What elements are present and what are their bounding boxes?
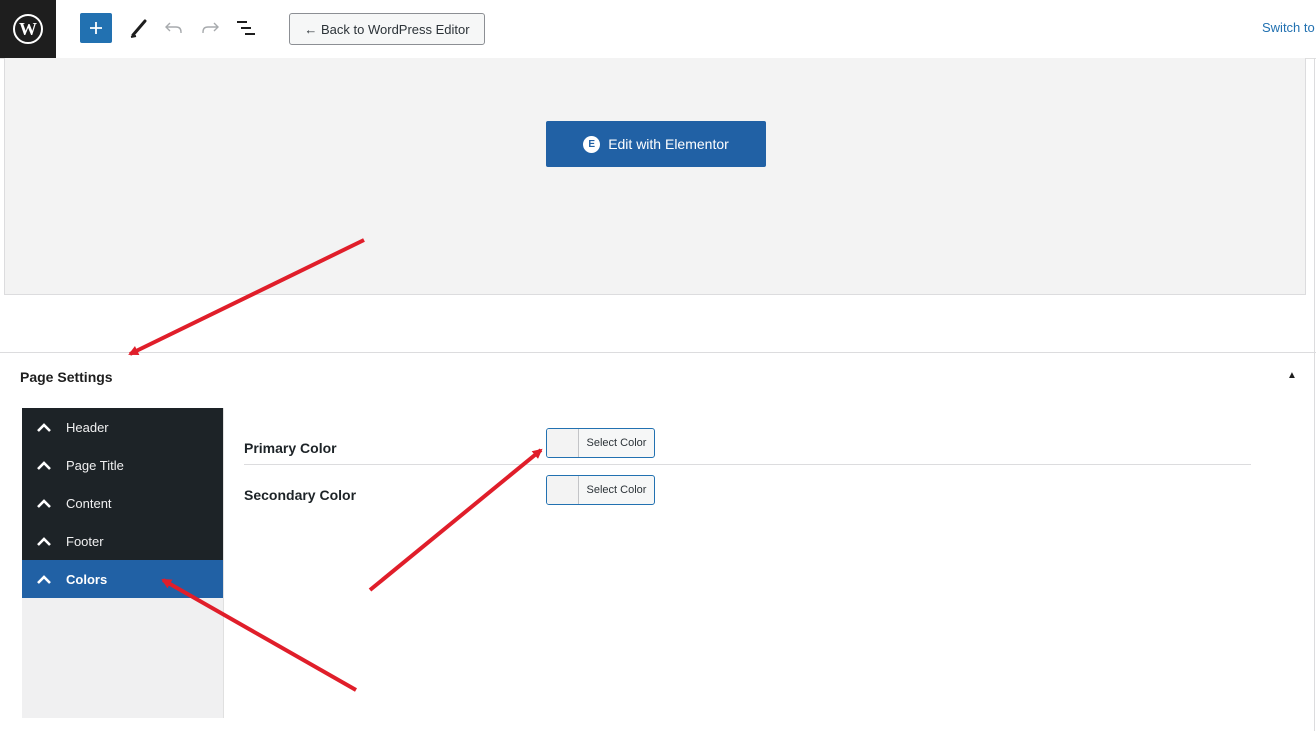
tab-label: Header [66, 419, 109, 435]
list-view-icon [237, 21, 255, 35]
tab-content[interactable]: Content [22, 484, 223, 522]
chevron-up-icon [36, 497, 54, 509]
pencil-icon [130, 19, 147, 38]
tab-colors[interactable]: Colors [22, 560, 223, 598]
elementor-icon: E [583, 135, 601, 153]
tools-button[interactable] [127, 16, 151, 40]
undo-icon [165, 22, 182, 33]
tab-footer[interactable]: Footer [22, 522, 223, 560]
chevron-up-icon [36, 421, 54, 433]
wordpress-icon: W [13, 14, 43, 44]
tab-label: Content [66, 495, 112, 511]
chevron-up-icon [36, 459, 54, 471]
page-settings-panel: Page Settings ▲ Header Page Title Conten… [0, 352, 1316, 732]
chevron-up-icon [36, 573, 54, 585]
add-block-button[interactable] [80, 13, 112, 43]
collapse-toggle-icon[interactable]: ▲ [1287, 370, 1297, 381]
plus-icon [90, 22, 102, 34]
switch-link[interactable]: Switch to [1262, 20, 1315, 35]
document-overview-button[interactable] [234, 16, 258, 40]
color-swatch [547, 476, 579, 504]
settings-tabs: Header Page Title Content Footer Colors [22, 408, 224, 718]
redo-button[interactable] [198, 16, 222, 40]
tab-header[interactable]: Header [22, 408, 223, 446]
tab-label: Colors [66, 571, 108, 587]
tab-label: Page Title [66, 457, 124, 473]
wordpress-logo[interactable]: W [0, 0, 56, 58]
editor-toolbar: W ← Back to WordPress Editor Switch to [0, 0, 1316, 59]
page-settings-title: Page Settings [20, 369, 113, 385]
back-to-wordpress-editor-button[interactable]: ← Back to WordPress Editor [289, 13, 485, 45]
undo-button[interactable] [162, 16, 186, 40]
color-swatch [547, 429, 579, 457]
tab-label: Footer [66, 533, 104, 549]
edit-with-elementor-label: Edit with Elementor [608, 136, 729, 152]
primary-color-label: Primary Color [244, 440, 337, 456]
secondary-color-picker-button[interactable]: Select Color [546, 475, 655, 505]
chevron-up-icon [36, 535, 54, 547]
elementor-preview-area: E Edit with Elementor [4, 58, 1306, 295]
select-color-label: Select Color [586, 437, 647, 449]
select-color-label: Select Color [586, 484, 647, 496]
secondary-color-label: Secondary Color [244, 487, 357, 503]
redo-icon [202, 22, 219, 33]
primary-color-picker-button[interactable]: Select Color [546, 428, 655, 458]
tab-page-title[interactable]: Page Title [22, 446, 223, 484]
field-divider [244, 464, 1251, 465]
edit-with-elementor-button[interactable]: E Edit with Elementor [546, 121, 766, 167]
